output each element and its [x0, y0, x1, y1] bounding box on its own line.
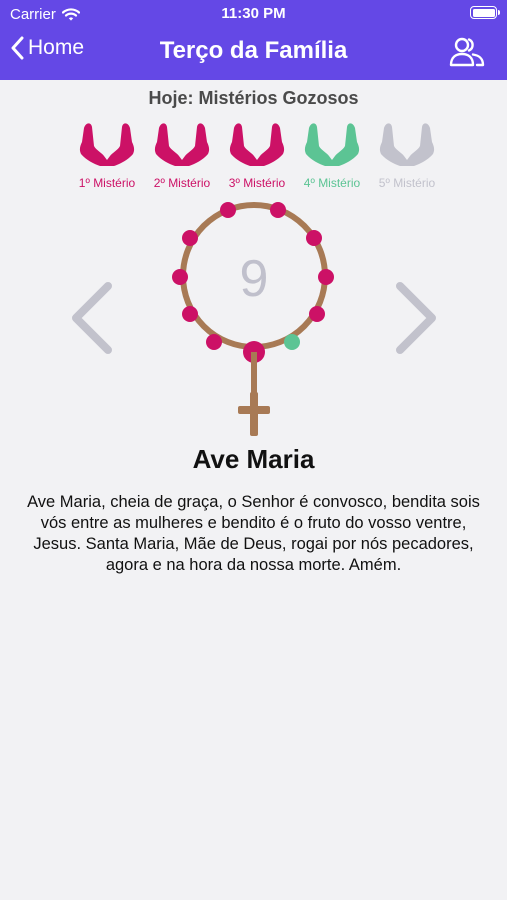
previous-arrow-button[interactable]	[70, 282, 114, 354]
prayer-text: Ave Maria, cheia de graça, o Senhor é co…	[27, 493, 480, 574]
family-button[interactable]	[449, 36, 485, 68]
today-mystery-label: Hoje: Mistérios Gozosos	[148, 88, 359, 108]
rosary-bead	[182, 306, 198, 322]
mystery-2[interactable]: 2º Mistério	[147, 120, 217, 190]
mystery-1[interactable]: 1º Mistério	[72, 120, 142, 190]
rosary-bead	[270, 202, 286, 218]
mystery-label: 1º Mistério	[78, 176, 136, 190]
rosary-bead	[318, 269, 334, 285]
rosary-bead	[309, 306, 325, 322]
status-time: 11:30 PM	[221, 5, 286, 22]
mystery-selector: 1º Mistério 2º Mistério 3º Mistério 4º Mist…	[72, 120, 442, 190]
rosary-bead	[306, 230, 322, 246]
back-button[interactable]: Home	[10, 36, 84, 60]
cross-bar	[238, 406, 270, 414]
next-arrow-button[interactable]	[394, 282, 438, 354]
prayer-count: 9	[240, 250, 269, 308]
back-label: Home	[28, 36, 85, 59]
people-icon	[449, 37, 485, 67]
praying-hands-icon	[379, 123, 435, 166]
status-bar: Carrier 11:30 PM	[0, 0, 507, 28]
mystery-label: 2º Mistério	[153, 176, 211, 190]
mystery-4[interactable]: 4º Mistério	[297, 120, 367, 190]
mystery-label: 3º Mistério	[228, 176, 286, 190]
rosary-bead	[182, 230, 198, 246]
praying-hands-icon	[154, 123, 210, 166]
prayer-title: Ave Maria	[192, 444, 315, 474]
praying-hands-icon	[229, 123, 285, 166]
chevron-left-icon	[11, 36, 24, 60]
mystery-label: 5º Mistério	[378, 176, 436, 190]
rosary-bead	[172, 269, 188, 285]
rosary-counter[interactable]: 9	[170, 200, 338, 440]
chevron-left-icon	[72, 282, 112, 354]
praying-hands-icon	[79, 123, 135, 166]
mystery-label: 4º Mistério	[303, 176, 361, 190]
rosary-bead	[220, 202, 236, 218]
nav-bar: Carrier 11:30 PM Home Terço da Família	[0, 0, 507, 80]
praying-hands-icon	[304, 123, 360, 166]
rosary-bead-current	[284, 334, 300, 350]
battery-icon	[470, 6, 500, 19]
mystery-5[interactable]: 5º Mistério	[372, 120, 442, 190]
chevron-right-icon	[396, 282, 436, 354]
rosary-bead	[206, 334, 222, 350]
mystery-3[interactable]: 3º Mistério	[222, 120, 292, 190]
